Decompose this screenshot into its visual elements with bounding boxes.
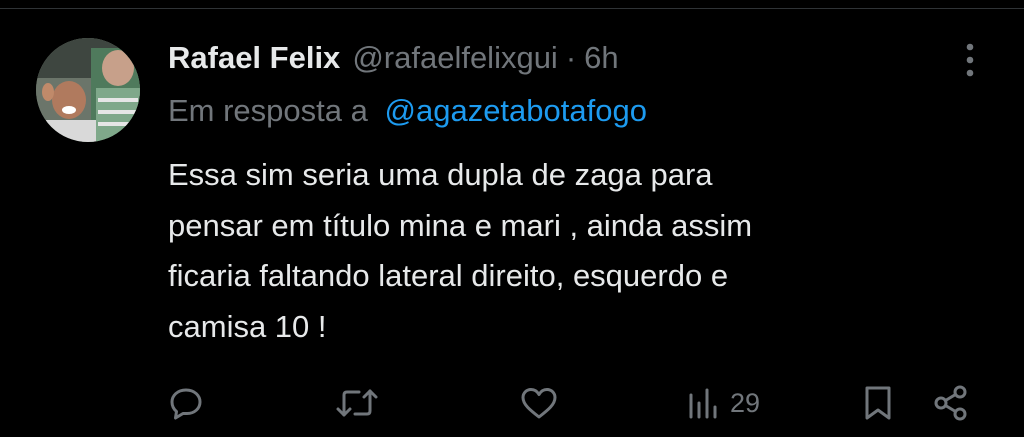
bookmark-button[interactable] (860, 380, 896, 426)
tweet-time[interactable]: 6h (584, 40, 618, 76)
views-chart-icon (689, 388, 717, 419)
comment-icon (170, 388, 202, 420)
views-count: 29 (730, 387, 761, 418)
share-button[interactable] (930, 380, 972, 426)
like-button[interactable] (518, 380, 560, 426)
tweet[interactable]: Rafael Felix @rafaelfelixgui · 6h Em res… (0, 0, 1024, 437)
tweet-text-line: pensar em título mina e mari , ainda ass… (168, 207, 753, 243)
views-button[interactable]: 29 (686, 380, 760, 426)
reply-context: Em resposta a @agazetabotafogo (168, 93, 647, 129)
tweet-text-line: camisa 10 ! (168, 308, 327, 344)
retweet-icon (336, 389, 378, 417)
tweet-text-line: Essa sim seria uma dupla de zaga para (168, 157, 713, 192)
author-name[interactable]: Rafael Felix (168, 40, 340, 76)
avatar[interactable] (36, 38, 140, 142)
tweet-text: Essa sim seria uma dupla de zaga para pe… (168, 150, 968, 352)
reply-button[interactable] (166, 380, 206, 426)
heart-icon (521, 388, 557, 419)
more-vertical-icon[interactable] (956, 40, 984, 80)
retweet-button[interactable] (334, 380, 380, 426)
share-icon (934, 385, 967, 421)
action-bar: 29 (0, 380, 1024, 426)
tweet-text-line: ficaria faltando lateral direito, esquer… (168, 258, 729, 293)
bookmark-icon (865, 386, 891, 420)
author-handle[interactable]: @rafaelfelixgui (352, 40, 558, 76)
separator-dot: · (565, 40, 577, 75)
reply-prefix: Em resposta a (168, 93, 368, 128)
reply-to-link[interactable]: @agazetabotafogo (385, 93, 647, 128)
tweet-header: Rafael Felix @rafaelfelixgui · 6h (168, 38, 619, 78)
